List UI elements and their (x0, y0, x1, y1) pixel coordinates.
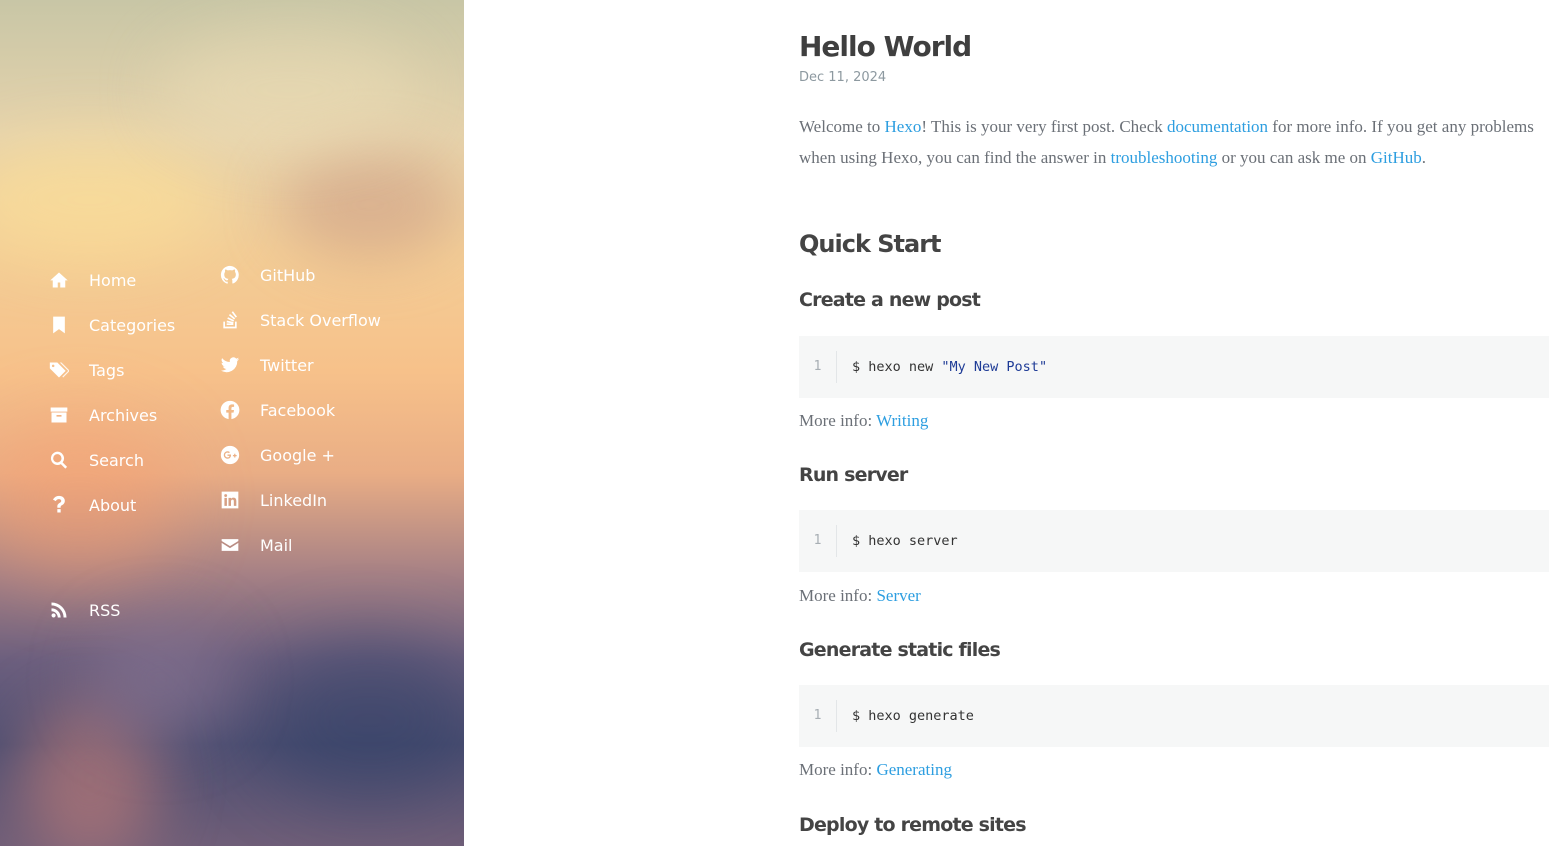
search-icon (48, 449, 70, 471)
github-link[interactable]: GitHub (1371, 148, 1422, 167)
sidebar: Home Categories Tags Archives Search Abo… (0, 0, 464, 846)
post-title: Hello World (799, 30, 972, 63)
sidebar-nav: Home Categories Tags Archives Search Abo… (0, 0, 464, 846)
sidebar-item-label: Home (89, 270, 137, 290)
social-link-linkedin[interactable]: LinkedIn (219, 489, 327, 511)
section-heading: Generate static files (799, 639, 1001, 661)
intro-text: ! This is your very first post. Check (921, 117, 1168, 136)
intro-text: . (1421, 147, 1427, 167)
troubleshooting-link[interactable]: troubleshooting (1111, 148, 1218, 167)
code-block[interactable]: 1 $ hexo generate (799, 685, 1549, 747)
social-link-facebook[interactable]: Facebook (219, 399, 335, 421)
sidebar-item-label: About (89, 495, 137, 515)
rss-icon (48, 599, 70, 621)
code-command: $ hexo new (852, 359, 942, 375)
more-info-label: More info: (799, 586, 877, 605)
line-number: 1 (799, 351, 837, 383)
more-info-label: More info: (799, 760, 877, 779)
bookmark-icon (48, 314, 70, 336)
sidebar-item-search[interactable]: Search (48, 449, 144, 471)
mail-icon (219, 534, 241, 556)
hexo-link[interactable]: Hexo (885, 117, 922, 136)
social-link-stack-overflow[interactable]: Stack Overflow (219, 309, 381, 331)
social-link-github[interactable]: GitHub (219, 264, 315, 286)
social-link-label: Facebook (260, 400, 336, 420)
question-icon (48, 494, 70, 516)
social-link-label: Twitter (260, 355, 314, 375)
documentation-link[interactable]: documentation (1167, 117, 1268, 136)
stack-overflow-icon (219, 309, 241, 331)
linkedin-icon (219, 489, 241, 511)
home-icon (48, 269, 70, 291)
code-line: $ hexo new "My New Post" (837, 359, 1047, 375)
sidebar-item-home[interactable]: Home (48, 269, 136, 291)
post-date: Dec 11, 2024 (799, 70, 887, 85)
facebook-icon (219, 399, 241, 421)
sidebar-item-tags[interactable]: Tags (48, 359, 124, 381)
section-heading: Deploy to remote sites (799, 814, 1027, 836)
github-icon (219, 264, 241, 286)
code-line: $ hexo generate (837, 708, 974, 724)
more-info-label: More info: (799, 411, 877, 430)
archive-icon (48, 404, 70, 426)
sidebar-item-label: Search (89, 450, 144, 470)
intro-text: Welcome to (799, 117, 885, 136)
line-number: 1 (799, 525, 837, 557)
sidebar-item-label: Categories (89, 315, 176, 335)
code-line: $ hexo server (837, 533, 958, 549)
social-link-label: Google + (260, 445, 335, 465)
code-string: "My New Post" (941, 359, 1048, 375)
code-block[interactable]: 1 $ hexo new "My New Post" (799, 336, 1549, 398)
code-command: $ hexo generate (852, 708, 974, 724)
server-link[interactable]: Server (876, 586, 920, 605)
social-link-label: Stack Overflow (260, 310, 381, 330)
google-plus-icon (219, 444, 241, 466)
code-block[interactable]: 1 $ hexo server (799, 510, 1549, 572)
social-link-mail[interactable]: Mail (219, 534, 293, 556)
social-link-label: LinkedIn (260, 490, 328, 510)
social-link-google-plus[interactable]: Google + (219, 444, 335, 466)
sidebar-item-label: RSS (89, 600, 121, 620)
code-command: $ hexo server (852, 533, 958, 549)
sidebar-item-rss[interactable]: RSS (48, 599, 120, 621)
line-number: 1 (799, 700, 837, 732)
generating-link[interactable]: Generating (876, 760, 952, 779)
social-link-twitter[interactable]: Twitter (219, 354, 314, 376)
more-info: More info: Writing (799, 411, 928, 431)
intro-text: or you can ask me on (1217, 147, 1371, 167)
section-heading: Create a new post (799, 289, 981, 311)
sidebar-item-about[interactable]: About (48, 494, 136, 516)
writing-link[interactable]: Writing (876, 411, 928, 430)
twitter-icon (219, 354, 241, 376)
intro-paragraph: Welcome to Hexo! This is your very first… (799, 112, 1549, 173)
tags-icon (48, 359, 70, 381)
quick-start-heading: Quick Start (799, 230, 942, 258)
sidebar-item-label: Tags (89, 360, 125, 380)
section-heading: Run server (799, 464, 908, 486)
social-link-label: GitHub (260, 265, 316, 285)
sidebar-item-label: Archives (89, 405, 158, 425)
sidebar-item-categories[interactable]: Categories (48, 314, 175, 336)
sidebar-item-archives[interactable]: Archives (48, 404, 157, 426)
social-link-label: Mail (260, 535, 293, 555)
more-info: More info: Generating (799, 760, 952, 780)
more-info: More info: Server (799, 586, 921, 606)
